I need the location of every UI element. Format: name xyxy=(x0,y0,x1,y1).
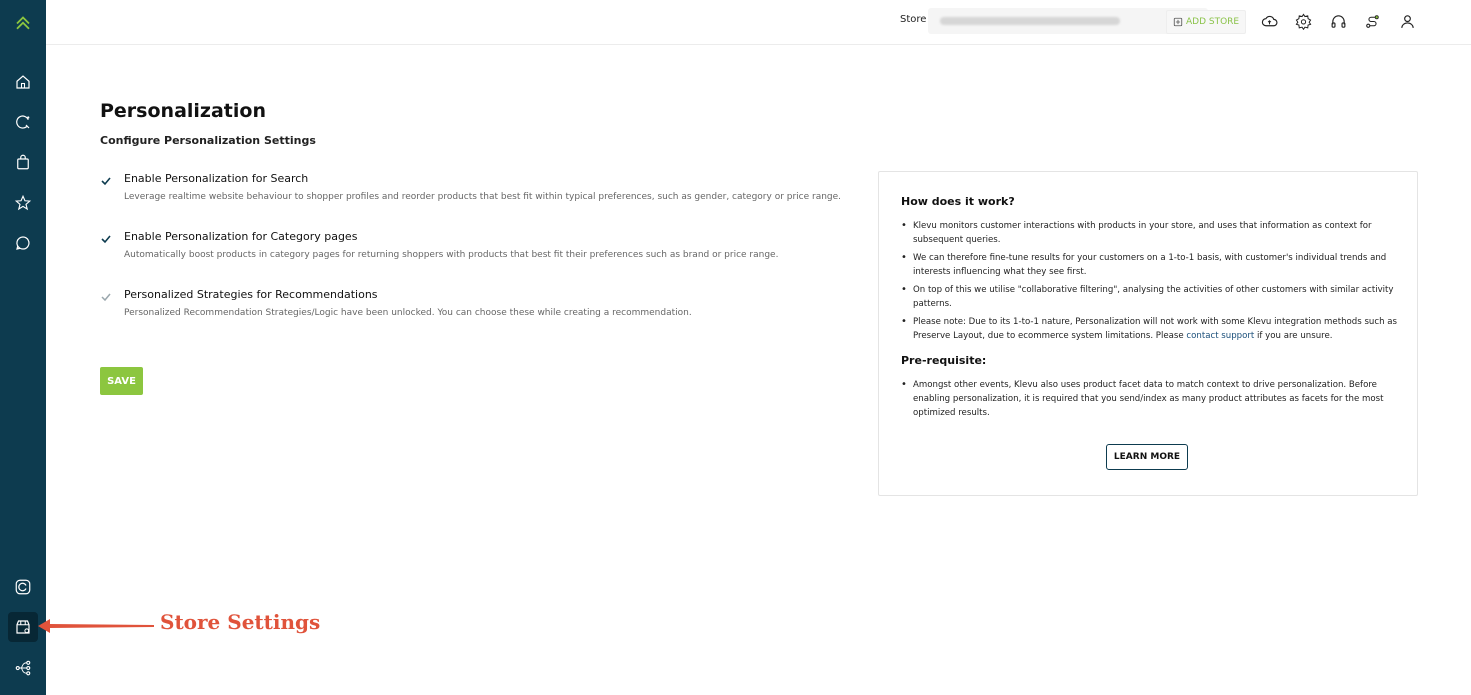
checkbox-recommendations xyxy=(101,293,111,302)
plus-square-icon xyxy=(1173,17,1183,27)
list-item: Please note: Due to its 1-to-1 nature, P… xyxy=(901,315,1401,343)
store-value-blurred xyxy=(940,17,1120,25)
store-settings-icon[interactable] xyxy=(8,612,38,642)
list-item: On top of this we utilise "collaborative… xyxy=(901,283,1401,311)
save-button[interactable]: SAVE xyxy=(100,367,143,395)
user-icon[interactable] xyxy=(1397,11,1417,31)
add-store-label: ADD STORE xyxy=(1186,17,1240,27)
store-label: Store xyxy=(900,14,927,25)
headset-icon[interactable] xyxy=(1328,11,1348,31)
list-item: Klevu monitors customer interactions wit… xyxy=(901,219,1401,247)
cloud-sync-icon[interactable] xyxy=(1259,11,1279,31)
home-icon[interactable] xyxy=(11,70,35,94)
checkbox-category[interactable] xyxy=(100,233,112,245)
option-description: Leverage realtime website behaviour to s… xyxy=(124,192,842,202)
prerequisite-title: Pre-requisite: xyxy=(901,354,987,367)
info-card: How does it work? Klevu monitors custome… xyxy=(878,171,1418,496)
add-store-button[interactable]: ADD STORE xyxy=(1166,10,1247,34)
star-icon[interactable] xyxy=(11,191,35,215)
option-title: Personalized Strategies for Recommendati… xyxy=(124,288,378,301)
learn-more-button[interactable]: LEARN MORE xyxy=(1106,444,1188,470)
checkbox-search[interactable] xyxy=(100,175,112,187)
option-title: Enable Personalization for Search xyxy=(124,172,309,185)
how-it-works-title: How does it work? xyxy=(901,195,1015,208)
page-subtitle: Configure Personalization Settings xyxy=(100,134,316,147)
list-item: Amongst other events, Klevu also uses pr… xyxy=(901,378,1401,420)
chat-icon[interactable] xyxy=(11,231,35,255)
integration-icon[interactable] xyxy=(11,656,35,680)
route-icon[interactable] xyxy=(1362,11,1382,31)
note-suffix: if you are unsure. xyxy=(1254,331,1333,341)
annotation-arrow-icon xyxy=(38,619,154,633)
topbar: Store ADD STORE xyxy=(46,0,1471,45)
shopping-bag-icon[interactable] xyxy=(11,150,35,174)
logo-icon[interactable] xyxy=(11,10,35,34)
option-description: Personalized Recommendation Strategies/L… xyxy=(124,308,692,318)
refresh-icon[interactable] xyxy=(11,575,35,599)
option-description: Automatically boost products in category… xyxy=(124,250,779,260)
list-item: We can therefore fine-tune results for y… xyxy=(901,251,1401,279)
prerequisite-list: Amongst other events, Klevu also uses pr… xyxy=(901,378,1401,424)
page-title: Personalization xyxy=(100,100,266,122)
option-title: Enable Personalization for Category page… xyxy=(124,230,358,243)
analytics-icon[interactable] xyxy=(11,110,35,134)
annotation-store-settings: Store Settings xyxy=(160,610,321,634)
contact-support-link[interactable]: contact support xyxy=(1186,331,1254,341)
settings-gear-icon[interactable] xyxy=(1293,11,1313,31)
how-it-works-list: Klevu monitors customer interactions wit… xyxy=(901,219,1401,347)
sidebar xyxy=(0,0,46,695)
